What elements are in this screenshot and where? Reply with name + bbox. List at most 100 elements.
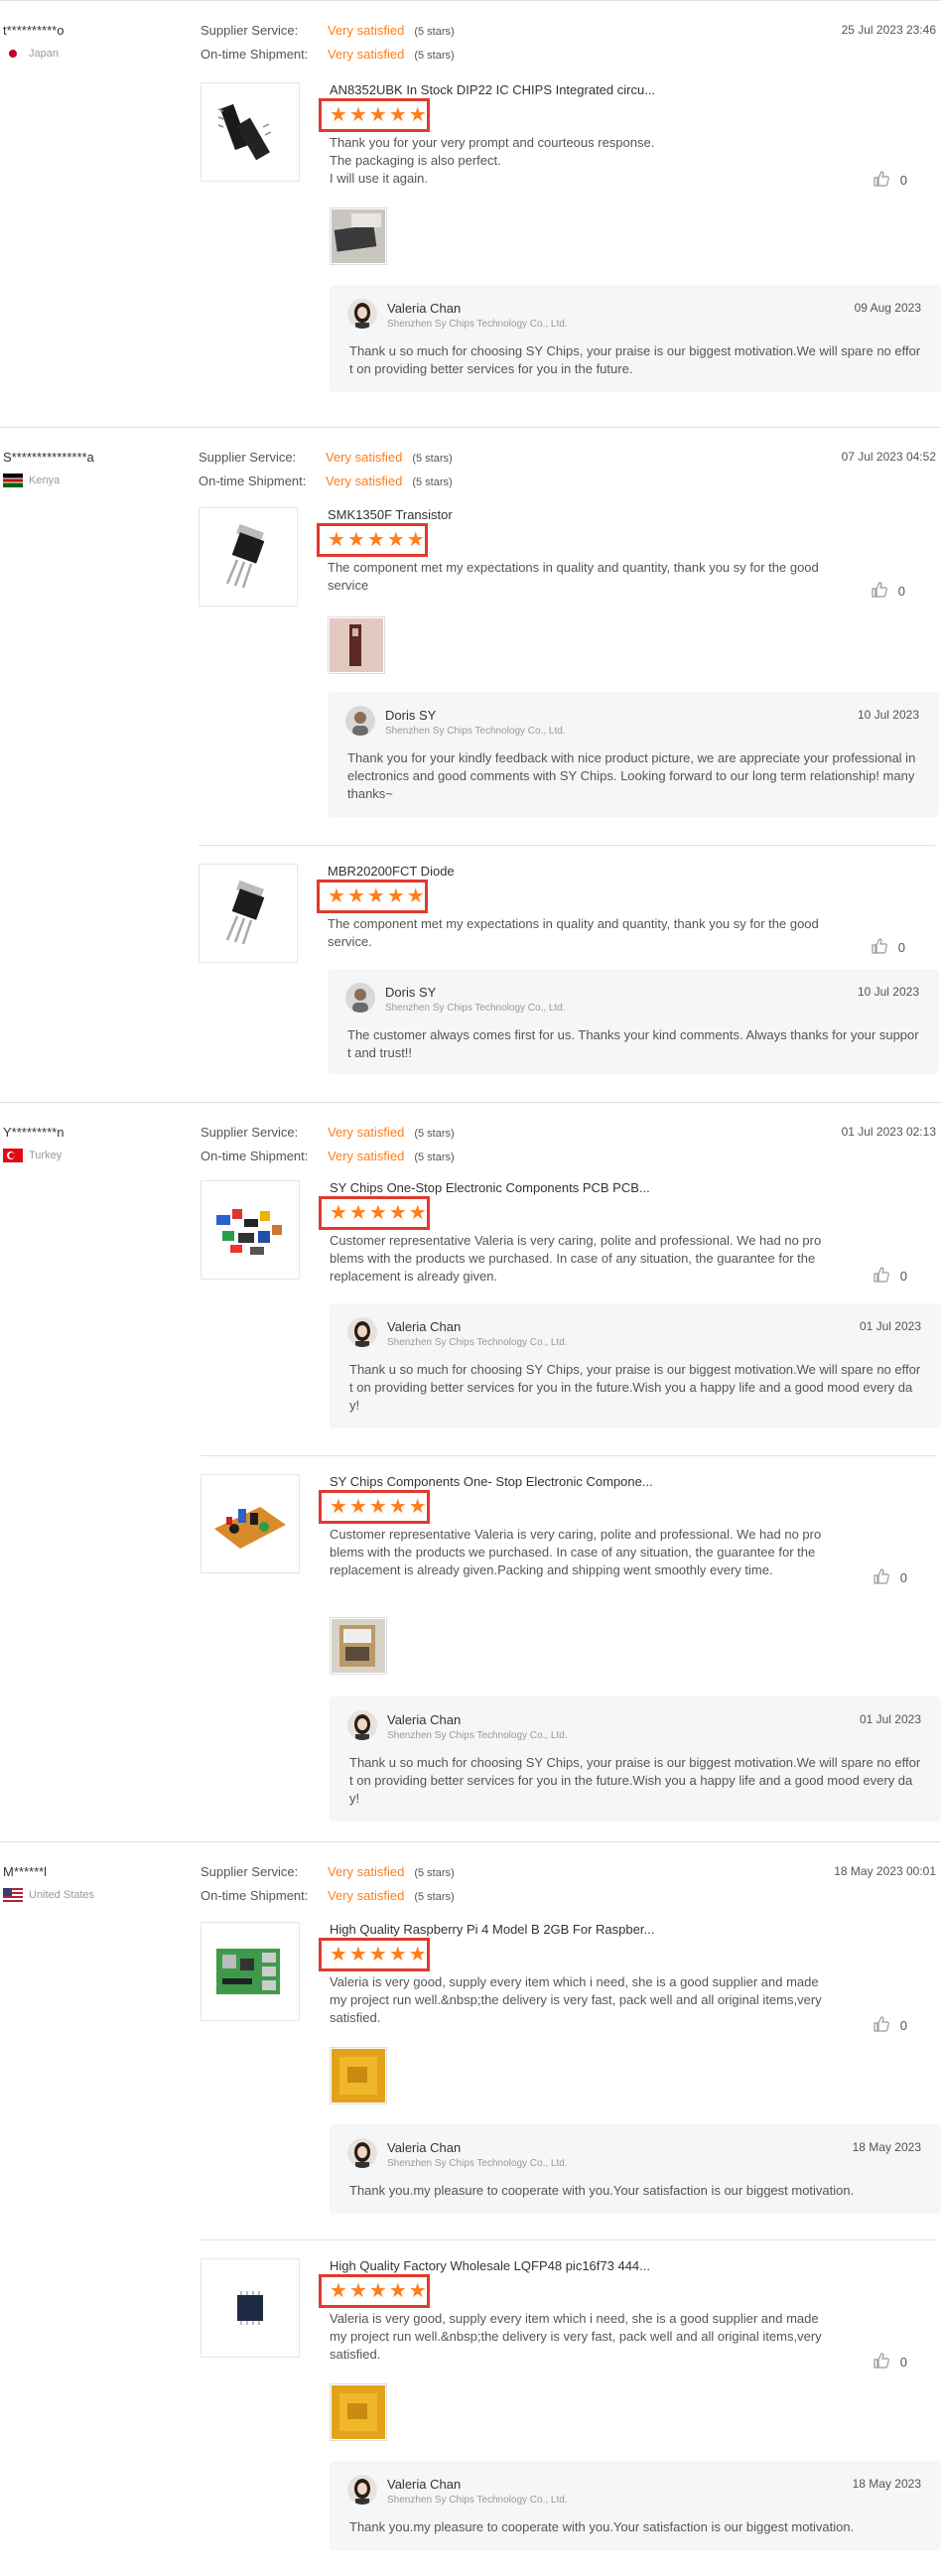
supplier-reply: Valeria Chan Shenzhen Sy Chips Technolog…: [330, 1303, 941, 1428]
avatar: [347, 2475, 377, 2505]
product-thumbnail[interactable]: [199, 864, 298, 963]
review-photo[interactable]: [330, 2383, 387, 2441]
turkey-flag-icon: [3, 1149, 23, 1162]
reply-author-name: Valeria Chan: [387, 2140, 462, 2155]
shipment-rating: On-time Shipment: Very satisfied (5 star…: [201, 1888, 455, 1903]
review-item: SY Chips Components One- Stop Electronic…: [201, 1455, 941, 1832]
buyer-name: M******l: [3, 1864, 48, 1879]
product-title-link[interactable]: SY Chips One-Stop Electronic Components …: [330, 1180, 650, 1195]
helpful-button[interactable]: 0: [873, 2352, 907, 2373]
supplier-reply: Valeria Chan Shenzhen Sy Chips Technolog…: [330, 285, 941, 392]
item-star-rating: ★ ★ ★ ★ ★: [319, 2274, 430, 2308]
helpful-button[interactable]: 0: [873, 170, 907, 191]
pcb-board-image: [214, 1507, 286, 1549]
item-star-rating: ★ ★ ★ ★ ★: [319, 98, 430, 132]
product-title-link[interactable]: High Quality Factory Wholesale LQFP48 pi…: [330, 2258, 650, 2273]
product-title-link[interactable]: MBR20200FCT Diode: [328, 864, 455, 879]
rating-stars-text: (5 stars): [414, 1891, 455, 1903]
review-date: 18 May 2023 00:01: [834, 1864, 936, 1878]
rating-stars-text: (5 stars): [412, 453, 453, 465]
thumbs-up-icon: [871, 937, 888, 958]
star-icon: ★: [328, 529, 345, 551]
helpful-button[interactable]: 0: [871, 581, 905, 602]
rating-value: Very satisfied: [328, 47, 405, 62]
thumbs-up-icon: [873, 170, 890, 191]
review-photo[interactable]: [330, 207, 387, 265]
reply-text: Thank you.my pleasure to cooperate with …: [349, 2183, 855, 2198]
review-photo[interactable]: [330, 1617, 387, 1675]
product-title-link[interactable]: AN8352UBK In Stock DIP22 IC CHIPS Integr…: [330, 82, 655, 97]
star-icon: ★: [346, 885, 365, 907]
review-item: SY Chips One-Stop Electronic Components …: [201, 1180, 941, 1440]
helpful-count: 0: [899, 1570, 907, 1585]
avatar: [347, 299, 377, 329]
item-star-rating: ★ ★ ★ ★ ★: [317, 880, 428, 913]
helpful-count: 0: [897, 940, 905, 955]
helpful-button[interactable]: 0: [873, 1567, 907, 1588]
review-item: High Quality Raspberry Pi 4 Model B 2GB …: [201, 1922, 941, 2239]
product-thumbnail[interactable]: [201, 1180, 300, 1280]
review-date: 01 Jul 2023 02:13: [841, 1125, 936, 1139]
star-icon: ★: [366, 529, 385, 551]
review-item: High Quality Factory Wholesale LQFP48 pi…: [201, 2239, 941, 2576]
helpful-button[interactable]: 0: [871, 937, 905, 958]
star-icon: ★: [348, 2280, 367, 2302]
review-text: Thank you for your very prompt and court…: [330, 135, 655, 186]
star-icon: ★: [348, 1496, 367, 1518]
star-icon: ★: [386, 885, 405, 907]
star-icon: ★: [366, 885, 385, 907]
item-star-rating: ★ ★ ★ ★ ★: [317, 523, 428, 557]
review-card: M******l United States Supplier Service:…: [0, 1841, 941, 2576]
review-date: 07 Jul 2023 04:52: [841, 450, 936, 464]
rating-value: Very satisfied: [328, 1864, 405, 1879]
helpful-count: 0: [899, 173, 907, 188]
ic-chip-image: [217, 103, 272, 161]
rating-value: Very satisfied: [328, 1888, 405, 1903]
review-photo-image: [332, 209, 385, 263]
product-title-link[interactable]: SMK1350F Transistor: [328, 507, 453, 522]
reply-author-name: Valeria Chan: [387, 301, 462, 316]
reply-date: 01 Jul 2023: [859, 1712, 921, 1726]
product-thumbnail[interactable]: [201, 82, 300, 182]
rating-label: On-time Shipment:: [199, 474, 307, 488]
review-photo[interactable]: [330, 2047, 387, 2104]
shipment-rating: On-time Shipment: Very satisfied (5 star…: [199, 474, 453, 488]
buyer-name: Y*********n: [3, 1125, 65, 1140]
country-name: Kenya: [29, 475, 61, 486]
rating-stars-text: (5 stars): [414, 1152, 455, 1163]
star-icon: ★: [368, 1202, 387, 1224]
product-title-link[interactable]: SY Chips Components One- Stop Electronic…: [330, 1474, 653, 1489]
helpful-button[interactable]: 0: [873, 1266, 907, 1287]
product-thumbnail[interactable]: [199, 507, 298, 607]
rating-value: Very satisfied: [328, 1125, 405, 1140]
review-card: t**********o Japan Supplier Service: Ver…: [0, 0, 941, 427]
thumbs-up-icon: [873, 1567, 890, 1588]
thumbs-up-icon: [871, 581, 888, 602]
country-name: Turkey: [29, 1150, 63, 1161]
product-title-link[interactable]: High Quality Raspberry Pi 4 Model B 2GB …: [330, 1922, 654, 1937]
star-icon: ★: [368, 2280, 387, 2302]
star-icon: ★: [388, 1202, 407, 1224]
star-icon: ★: [408, 1496, 427, 1518]
review-photo-image: [330, 618, 383, 672]
helpful-count: 0: [897, 584, 905, 599]
product-thumbnail[interactable]: [201, 1474, 300, 1573]
reply-text: The customer always comes first for us. …: [347, 1027, 919, 1060]
product-thumbnail[interactable]: [201, 1922, 300, 2021]
star-icon: ★: [348, 1202, 367, 1224]
review-photo-image: [332, 2385, 385, 2439]
product-thumbnail[interactable]: [201, 2258, 300, 2358]
helpful-count: 0: [899, 2018, 907, 2033]
star-icon: ★: [406, 529, 425, 551]
star-icon: ★: [406, 885, 425, 907]
review-text: Valeria is very good, supply every item …: [330, 1974, 822, 2025]
review-date: 25 Jul 2023 23:46: [841, 23, 936, 37]
transistor-image: [225, 523, 265, 589]
helpful-count: 0: [899, 2355, 907, 2370]
star-icon: ★: [368, 104, 387, 126]
helpful-button[interactable]: 0: [873, 2015, 907, 2036]
star-icon: ★: [388, 2280, 407, 2302]
country-name: United States: [29, 1889, 95, 1901]
review-photo[interactable]: [328, 616, 385, 674]
thumbs-up-icon: [873, 2015, 890, 2036]
